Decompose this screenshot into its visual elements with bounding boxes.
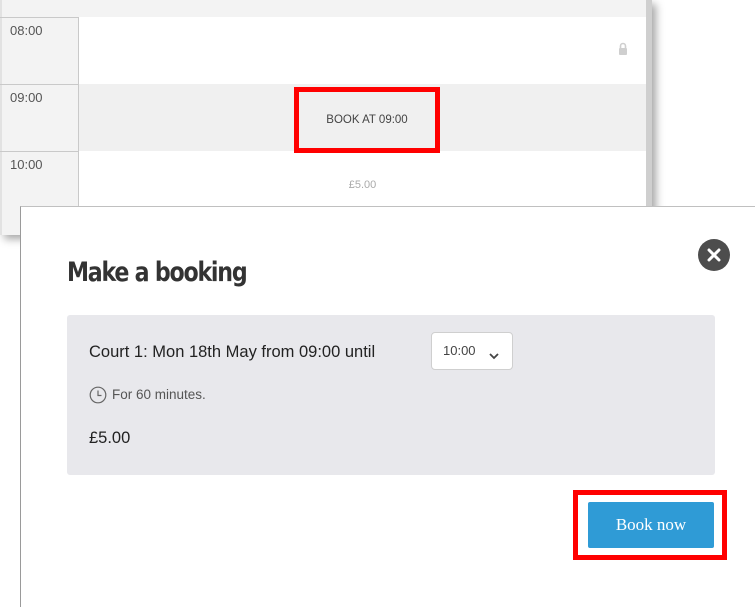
close-icon bbox=[707, 248, 721, 262]
book-now-highlight: Book now bbox=[573, 490, 727, 560]
schedule-row-0800: 08:00 bbox=[0, 17, 652, 84]
slot-0800 bbox=[78, 17, 646, 84]
booking-details-panel: Court 1: Mon 18th May from 09:00 until 1… bbox=[67, 315, 715, 475]
booking-price: £5.00 bbox=[89, 429, 131, 447]
modal-title: Make a booking bbox=[67, 257, 248, 288]
slot-price: £5.00 bbox=[348, 179, 377, 191]
booking-modal: Make a booking Court 1: Mon 18th May fro… bbox=[20, 206, 755, 607]
close-button[interactable] bbox=[698, 239, 730, 271]
duration-text: For 60 minutes. bbox=[112, 387, 206, 402]
time-label: 10:00 bbox=[10, 157, 43, 172]
book-now-button[interactable]: Book now bbox=[588, 502, 714, 548]
end-time-value: 10:00 bbox=[443, 343, 476, 358]
book-at-0900-button[interactable]: BOOK AT 09:00 bbox=[294, 87, 440, 153]
court-schedule: 08:00 09:00 10:00 £5.00 BOOK AT 09:00 bbox=[0, 0, 652, 235]
chevron-down-icon bbox=[489, 347, 499, 365]
end-time-select[interactable]: 10:00 bbox=[431, 332, 513, 370]
schedule-scrollbar[interactable] bbox=[646, 0, 652, 235]
lock-icon bbox=[618, 42, 628, 56]
booking-description: Court 1: Mon 18th May from 09:00 until bbox=[89, 343, 376, 361]
time-label: 08:00 bbox=[10, 23, 43, 38]
clock-icon bbox=[89, 386, 107, 404]
time-label: 09:00 bbox=[10, 90, 43, 105]
